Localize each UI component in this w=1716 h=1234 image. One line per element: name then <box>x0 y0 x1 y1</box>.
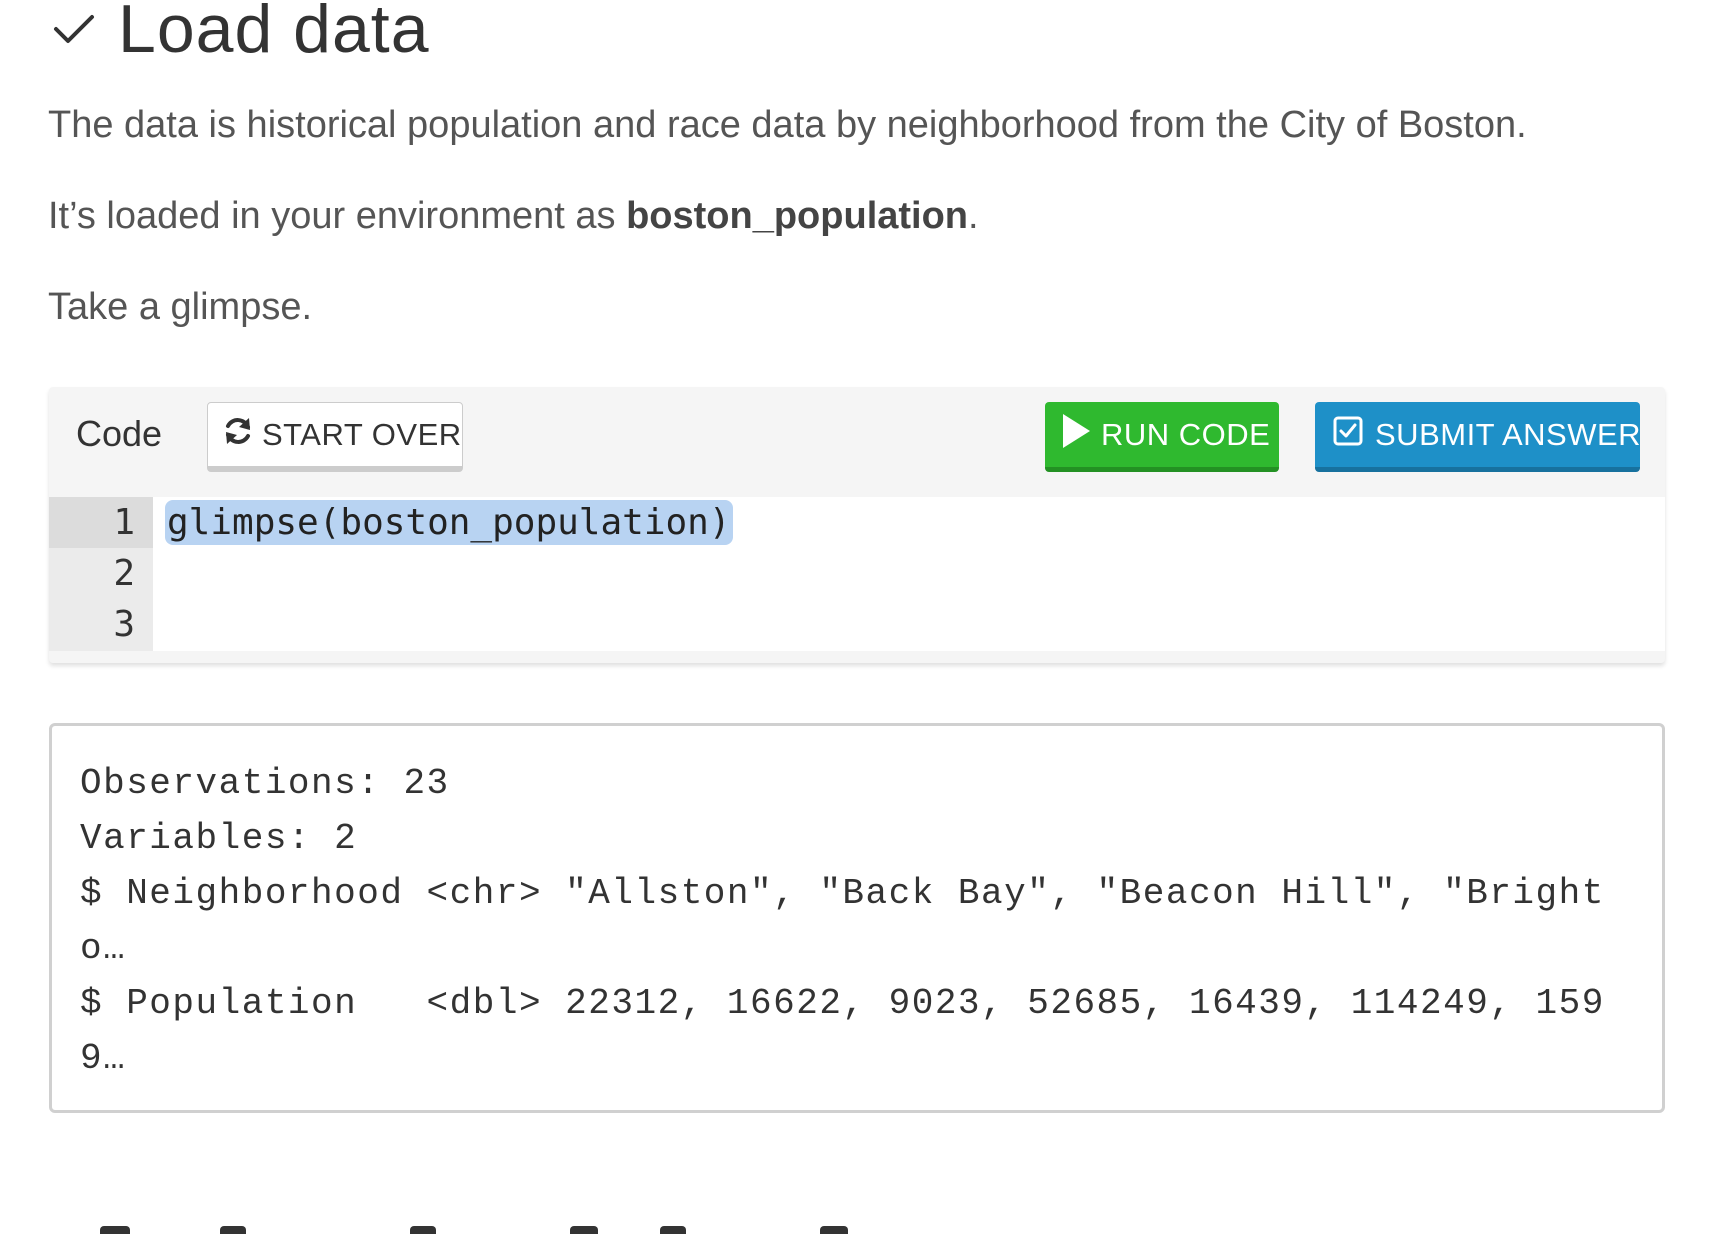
output-line: $ Population <dbl> 22312, 16622, 9023, 5… <box>80 983 1605 1079</box>
run-code-button[interactable]: RUN CODE <box>1045 402 1279 472</box>
code-label: Code <box>76 413 163 454</box>
code-line[interactable] <box>153 599 1665 650</box>
code-editor[interactable]: 1 2 3 glimpse(boston_population) <box>49 497 1665 651</box>
description-paragraph: The data is historical population and ra… <box>48 104 1527 146</box>
play-icon <box>1061 413 1091 457</box>
start-over-button[interactable]: START OVER <box>207 402 463 472</box>
submit-answer-label: SUBMIT ANSWER <box>1375 416 1642 452</box>
code-exercise-panel: Code START OVER RUN CODE SUBMIT ANSWER 1… <box>49 387 1665 663</box>
section-heading: Load data <box>52 0 430 74</box>
line-number-gutter: 1 2 3 <box>49 497 153 651</box>
output-line: Observations: 23 <box>80 763 450 804</box>
refresh-icon <box>222 415 254 455</box>
start-over-label: START OVER <box>262 416 462 452</box>
code-line[interactable] <box>153 548 1665 599</box>
code-line[interactable]: glimpse(boston_population) <box>153 497 1665 548</box>
instruction-paragraph: Take a glimpse. <box>48 286 313 328</box>
exercise-toolbar: Code START OVER RUN CODE SUBMIT ANSWER <box>49 387 1665 497</box>
code-text-area[interactable]: glimpse(boston_population) <box>153 497 1665 651</box>
line-number: 2 <box>113 553 135 594</box>
dataset-name: boston_population <box>626 195 969 237</box>
check-icon[interactable] <box>52 7 96 51</box>
code-output: Observations: 23 Variables: 2 $ Neighbor… <box>49 723 1665 1113</box>
period-text: . <box>968 195 979 237</box>
submit-answer-button[interactable]: SUBMIT ANSWER <box>1315 402 1642 472</box>
output-line: Variables: 2 <box>80 818 358 859</box>
environment-paragraph: It’s loaded in your environment as bosto… <box>48 195 979 238</box>
output-line: $ Neighborhood <chr> "Allston", "Back Ba… <box>80 873 1605 969</box>
section-title: Load data <box>118 0 430 67</box>
next-section-heading-cutoff <box>100 1218 860 1234</box>
line-number: 1 <box>49 497 153 548</box>
checkbox-icon <box>1333 416 1363 454</box>
line-number: 3 <box>113 604 135 645</box>
run-code-label: RUN CODE <box>1101 416 1271 452</box>
environment-text: It’s loaded in your environment as <box>48 195 627 237</box>
selected-code[interactable]: glimpse(boston_population) <box>165 500 733 545</box>
